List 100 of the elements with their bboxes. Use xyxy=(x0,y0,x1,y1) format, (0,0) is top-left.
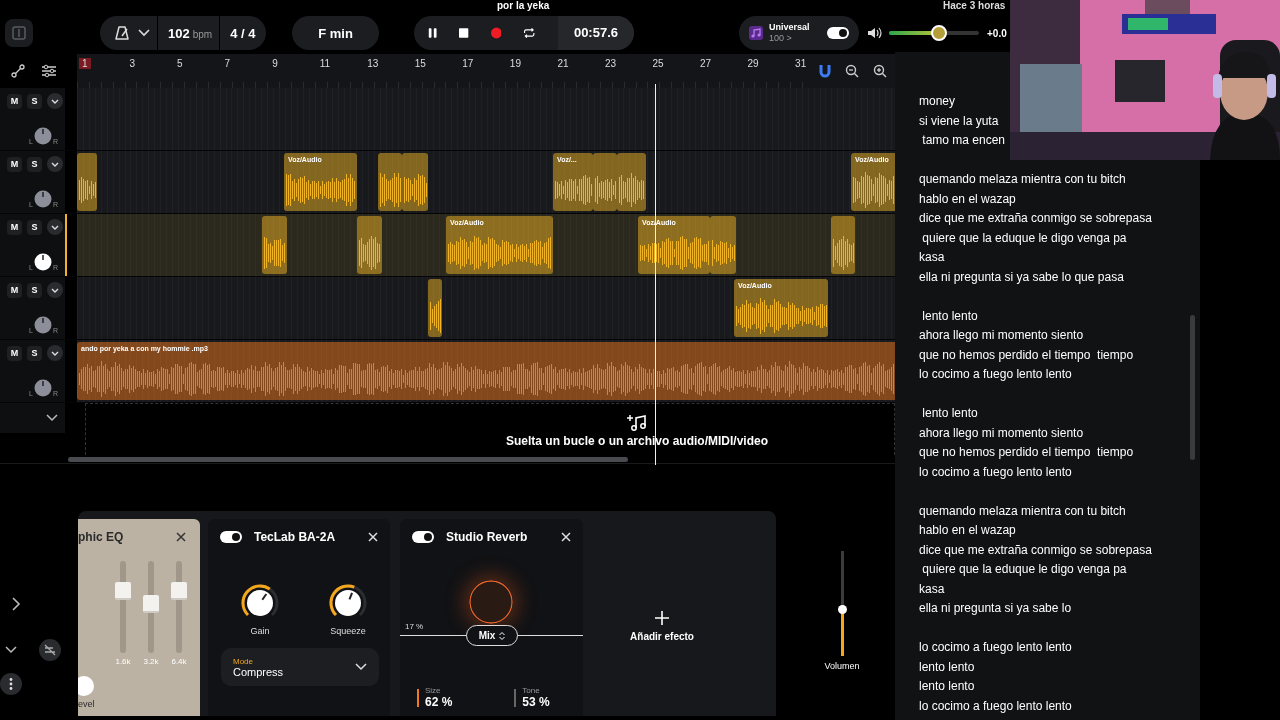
magnet-icon[interactable] xyxy=(819,64,831,78)
audio-clip[interactable] xyxy=(617,153,646,211)
reverb-orb[interactable] xyxy=(469,580,513,624)
audio-clip[interactable] xyxy=(593,153,617,211)
bar-number: 23 xyxy=(603,58,618,69)
lyric-line: money xyxy=(919,93,957,110)
bar-number: 11 xyxy=(318,58,332,69)
up-down-icon xyxy=(499,630,506,641)
preset-value[interactable]: 100 > xyxy=(769,33,810,44)
lyric-line: si viene la yuta xyxy=(919,112,1000,130)
audio-clip[interactable] xyxy=(402,153,428,211)
audio-clip[interactable] xyxy=(262,216,287,274)
add-effect-button[interactable]: Añadir efecto xyxy=(591,519,733,716)
effect-title: Studio Reverb xyxy=(446,530,529,544)
mute-button[interactable]: M xyxy=(7,282,22,298)
lyric-line: dice que me extraña conmigo se sobrepasa xyxy=(919,541,1153,559)
pan-knob[interactable] xyxy=(33,379,52,397)
more-icon[interactable] xyxy=(0,673,22,695)
caret-icon[interactable] xyxy=(47,219,63,235)
param-label: Size xyxy=(425,686,442,695)
lyric-line: que no hemos perdido el tiempo tiempo xyxy=(919,444,1135,461)
lyric-line: tamo ma encen xyxy=(921,132,1007,149)
fader-thumb[interactable] xyxy=(837,604,847,614)
close-icon[interactable] xyxy=(176,532,186,542)
mix-reading: 17 % xyxy=(405,622,424,631)
mute-button[interactable]: M xyxy=(7,345,22,361)
key-button[interactable]: F min xyxy=(292,16,379,50)
lyric-line: lento lento xyxy=(919,658,976,676)
stop-icon[interactable] xyxy=(459,27,469,39)
caret-icon[interactable] xyxy=(47,282,63,298)
audio-clip[interactable] xyxy=(77,153,97,211)
mute-button[interactable]: M xyxy=(7,93,22,109)
lyric-line: lo cocimo a fuego lento lento xyxy=(919,639,1073,656)
zoom-out-icon[interactable] xyxy=(845,64,859,78)
pan-knob[interactable] xyxy=(33,316,52,334)
audio-clip[interactable] xyxy=(378,153,402,211)
speaker-icon[interactable] xyxy=(867,26,883,40)
lyric-line: hablo en el wazap xyxy=(919,522,1017,539)
lyric-line: kasa xyxy=(919,249,946,266)
track-lane[interactable] xyxy=(77,88,895,150)
lyric-line: lento lento xyxy=(921,307,979,325)
bar-number: 15 xyxy=(413,58,427,69)
mute-button[interactable]: M xyxy=(7,156,22,172)
tempo-value[interactable]: 102 xyxy=(168,25,190,41)
caret-icon[interactable] xyxy=(138,29,150,37)
bar-number: 21 xyxy=(556,58,570,69)
caret-icon[interactable] xyxy=(47,93,63,109)
equalizer-icon[interactable] xyxy=(41,64,57,78)
pan-knob[interactable] xyxy=(33,190,52,208)
scrollbar-thumb[interactable] xyxy=(68,457,628,462)
timeline-ruler[interactable]: 1 3 5 7 9 11 13 15 17 19 21 23 25 27 29 31 xyxy=(77,54,895,88)
solo-button[interactable]: S xyxy=(27,219,42,235)
loop-icon[interactable] xyxy=(523,26,536,40)
solo-button[interactable]: S xyxy=(27,93,42,109)
param-indicator[interactable] xyxy=(514,689,517,707)
zoom-in-icon[interactable] xyxy=(873,64,887,78)
solo-button[interactable]: S xyxy=(27,156,42,172)
record-icon[interactable] xyxy=(490,26,502,40)
solo-button[interactable]: S xyxy=(27,282,42,298)
toggle-switch[interactable] xyxy=(220,531,242,543)
lyric-line: kasa xyxy=(919,580,946,598)
audio-clip[interactable] xyxy=(357,216,382,274)
scrollbar-thumb[interactable] xyxy=(1190,315,1195,460)
caret-icon[interactable] xyxy=(46,414,58,422)
tempo-unit: bpm xyxy=(192,28,213,40)
caret-icon[interactable] xyxy=(47,345,63,361)
metronome-icon[interactable] xyxy=(114,25,130,41)
slider-thumb[interactable] xyxy=(115,582,131,601)
time-signature[interactable]: 4 / 4 xyxy=(230,25,256,41)
bypass-icon[interactable] xyxy=(39,639,61,661)
automation-icon[interactable] xyxy=(11,64,25,78)
audio-clip[interactable] xyxy=(831,216,855,274)
mute-button[interactable]: M xyxy=(7,219,22,235)
bar-number: 7 xyxy=(223,58,232,69)
caret-icon[interactable] xyxy=(5,646,17,654)
lyric-line: lo cocimo a fuego lento lento xyxy=(919,697,1073,715)
caret-icon xyxy=(355,663,367,671)
band-label: 3.2k xyxy=(143,657,159,666)
solo-button[interactable]: S xyxy=(27,345,42,361)
slider-thumb[interactable] xyxy=(143,595,159,614)
pan-knob[interactable] xyxy=(33,127,52,145)
preset-name: Universal xyxy=(769,22,810,33)
bar-number: 19 xyxy=(508,58,522,69)
saved-time: Hace 3 horas xyxy=(943,0,1006,12)
song-title: por la yeka xyxy=(497,0,551,12)
toggle-switch[interactable] xyxy=(827,27,849,39)
toggle-switch[interactable] xyxy=(412,531,434,543)
caret-icon[interactable] xyxy=(47,156,63,172)
lyric-line: dice que me extraña conmigo se sobrepasa xyxy=(919,210,1153,227)
band-label: 6.4k xyxy=(171,657,187,666)
bar-number: 3 xyxy=(128,58,137,69)
slider-thumb[interactable] xyxy=(171,582,187,601)
audio-clip[interactable] xyxy=(428,279,442,337)
mix-selector[interactable]: Mix xyxy=(466,625,518,646)
mode-value: Compress xyxy=(233,665,284,678)
audio-clip[interactable] xyxy=(710,216,736,274)
pause-icon[interactable] xyxy=(428,26,438,40)
mode-dropdown[interactable]: Mode Compress xyxy=(221,648,379,686)
pan-knob[interactable] xyxy=(33,253,52,271)
chevron-right-icon[interactable] xyxy=(11,597,21,611)
